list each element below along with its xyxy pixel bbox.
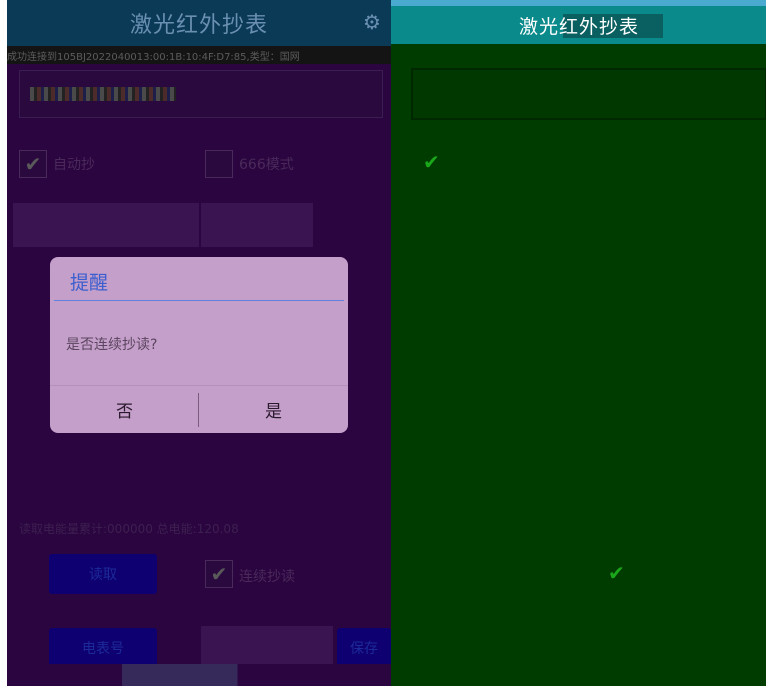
mode-checkbox[interactable] (205, 150, 233, 178)
app-title-bar: 激光红外抄表 ⚙ (7, 0, 391, 46)
auto-read-checkbox[interactable]: ✔ (19, 150, 47, 178)
status-strip (391, 0, 766, 6)
right-phone-screen: 激光红外抄表 ✔ ✔ (391, 0, 766, 686)
address-value (30, 87, 176, 101)
bottom-action-button[interactable] (201, 626, 333, 666)
right-app-title: 激光红外抄表 (519, 16, 640, 38)
meter-address-field[interactable] (19, 70, 383, 118)
right-content (391, 44, 766, 686)
dialog-confirm-button[interactable]: 是 (199, 386, 348, 433)
save-button[interactable]: 保存 (337, 628, 391, 668)
dialog-message: 是否连续抄读? (66, 337, 158, 353)
dialog-cancel-button[interactable]: 否 (50, 386, 199, 433)
continuous-read-checkbox[interactable]: ✔ (205, 560, 233, 588)
check-icon[interactable]: ✔ (423, 152, 440, 172)
gear-icon[interactable]: ⚙ (361, 11, 383, 33)
meter-number-button[interactable]: 电表号 (49, 628, 157, 668)
check-icon[interactable]: ✔ (608, 563, 625, 583)
connection-status: 成功连接到105BJ2022040013:00:1B:10:4F:D7:85,类… (7, 52, 300, 63)
app-title: 激光红外抄表 (129, 13, 268, 38)
mode-label: 666模式 (239, 157, 294, 173)
continuous-read-label: 连续抄读 (239, 569, 295, 585)
dialog-divider (54, 300, 344, 301)
bottom-bar (7, 664, 391, 686)
read-button[interactable]: 读取 (49, 554, 157, 594)
continue-read-dialog: 提醒 是否连续抄读? 否 是 (50, 257, 348, 433)
connection-status-bar: 成功连接到105BJ2022040013:00:1B:10:4F:D7:85,类… (7, 46, 391, 64)
auto-read-label: 自动抄 (53, 157, 95, 173)
read-status-text: 读取电能量累计:000000 总电能:120.08 (19, 522, 239, 536)
dialog-title: 提醒 (70, 272, 109, 294)
right-address-field[interactable] (411, 68, 766, 120)
action-button-a[interactable] (13, 203, 199, 247)
right-title-bar: 激光红外抄表 (391, 0, 766, 44)
action-button-b[interactable] (201, 203, 313, 247)
